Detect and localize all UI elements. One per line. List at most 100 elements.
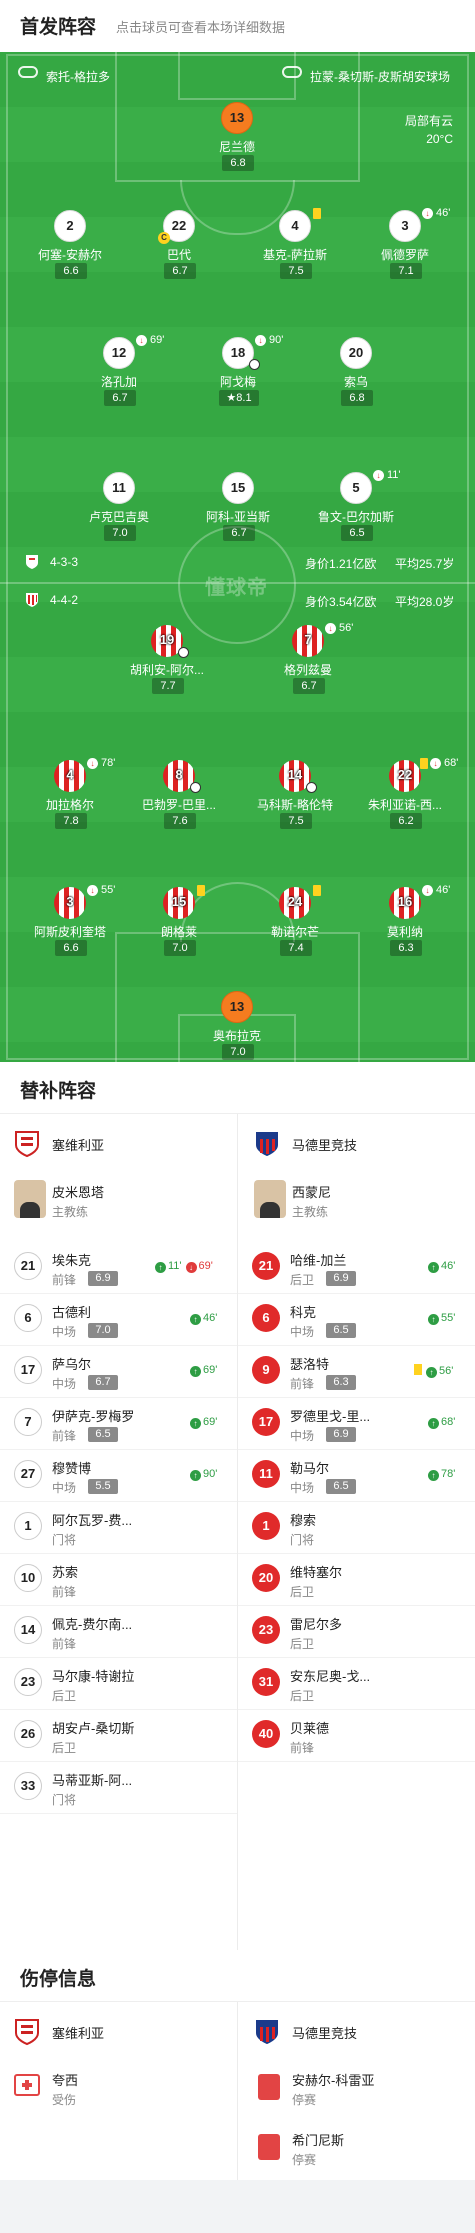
player-name: 朗格莱 [160, 925, 197, 939]
sub-number: 6 [14, 1304, 42, 1332]
home-sub-row[interactable]: 17 萨乌尔 中场 6.7 ↑ 69' [0, 1346, 237, 1398]
player-away-def[interactable]: 15 朗格莱 7.0 [134, 885, 224, 965]
player-away-def[interactable]: 3 ↓ 55' 阿斯皮利奎塔 6.6 [25, 884, 115, 965]
sub-out-icon: ↓ [87, 885, 98, 896]
home-sub-row[interactable]: 7 伊萨克-罗梅罗 前锋 6.5 ↑ 69' [0, 1398, 237, 1450]
away-sub-row[interactable]: 1 穆索 门将 [238, 1502, 475, 1554]
player-away-fwd[interactable]: 7 ↓ 56' 格列兹曼 6.7 [263, 622, 353, 703]
home-sub-row[interactable]: 27 穆赞博 中场 5.5 ↑ 90' [0, 1450, 237, 1502]
player-away-mid[interactable]: 4 ↓ 78' 加拉格尔 7.8 [25, 757, 115, 838]
player-away-def[interactable]: 24 勒诺尔芒 7.4 [250, 885, 340, 965]
player-home-mid[interactable]: 18 ↓ 90' 阿戈梅 ★8.1 [193, 334, 283, 415]
injury-item[interactable]: 安赫尔-科雷亚 停赛 [240, 2060, 470, 2120]
red-card-icon [258, 2074, 280, 2100]
player-home-mid[interactable]: 20 索乌 6.8 [311, 337, 401, 415]
sub-event: ↑ 78' [428, 1468, 455, 1481]
player-home-def[interactable]: 4 基克-萨拉斯 7.5 [250, 208, 340, 288]
home-sub-row[interactable]: 21 埃朱克 前锋 6.9 ↑ 11' ↓ 69' [0, 1242, 237, 1294]
subs-header: 替补阵容 [0, 1062, 475, 1114]
sub-event: ↑ 69' [190, 1416, 217, 1429]
sevilla-crest-icon [15, 1131, 39, 1158]
sub-out-icon: ↓ [373, 470, 384, 481]
sub-name: 雷尼尔多 [290, 1617, 343, 1632]
away-sub-row[interactable]: 9 瑟洛特 前锋 6.3 ↑ 56' [238, 1346, 475, 1398]
subs-title: 替补阵容 [20, 1081, 97, 1102]
home-sub-row[interactable]: 10 苏索 前锋 [0, 1554, 237, 1606]
sub-position: 门将 [52, 1793, 77, 1807]
injuries-away-header[interactable]: 马德里竞技 [240, 2008, 470, 2052]
player-number: 12 [103, 337, 135, 369]
player-name: 索乌 [343, 375, 368, 389]
home-sub-row[interactable]: 23 马尔康-特谢拉 后卫 [0, 1658, 237, 1710]
player-number: 3 [54, 887, 86, 919]
player-rating: 7.4 [280, 940, 312, 956]
player-rating: 6.8 [341, 390, 373, 406]
away-formation: 4-4-2 [50, 593, 79, 607]
home-sub-row[interactable]: 26 胡安卢-桑切斯 后卫 [0, 1710, 237, 1762]
player-rating: 6.8 [222, 155, 254, 171]
home-sub-row[interactable]: 33 马蒂亚斯-阿... 门将 [0, 1762, 237, 1814]
away-team-header[interactable]: 马德里竞技 [240, 1120, 470, 1164]
player-away-mid[interactable]: 22 ↓ 68' 朱利亚诺-西... 6.2 [360, 757, 458, 838]
player-away-fwd[interactable]: 19 胡利安-阿尔... 7.7 [122, 625, 212, 703]
sub-name: 科克 [290, 1305, 317, 1320]
injury-player-name: 安赫尔-科雷亚 [292, 2073, 375, 2088]
away-avg-age: 平均28.0岁 [395, 595, 455, 609]
away-sub-row[interactable]: 6 科克 中场 6.5 ↑ 55' [238, 1294, 475, 1346]
away-sub-row[interactable]: 20 维特塞尔 后卫 [238, 1554, 475, 1606]
player-home-mid[interactable]: 12 ↓ 69' 洛孔加 6.7 [74, 334, 164, 415]
injury-status: 停赛 [292, 2093, 317, 2107]
injury-item[interactable]: 希门尼斯 停赛 [240, 2120, 470, 2180]
player-number: 15 [222, 472, 254, 504]
away-sub-row[interactable]: 40 贝莱德 前锋 [238, 1710, 475, 1762]
sub-in-icon: ↑ [190, 1418, 201, 1429]
home-sub-row[interactable]: 6 古德利 中场 7.0 ↑ 46' [0, 1294, 237, 1346]
player-home-fwd[interactable]: 11 卢克巴吉奥 7.0 [74, 472, 164, 550]
player-away-gk[interactable]: 13 奥布拉克 7.0 [192, 991, 282, 1062]
away-sub-row[interactable]: 21 哈维-加兰 后卫 6.9 ↑ 46' [238, 1242, 475, 1294]
player-home-fwd[interactable]: 15 阿科-亚当斯 6.7 [193, 472, 283, 550]
sub-position: 后卫 [52, 1741, 77, 1755]
home-team-header[interactable]: 塞维利亚 [0, 1120, 230, 1164]
atletico-crest-icon [26, 593, 38, 607]
player-number: 2 [54, 210, 86, 242]
sub-rating: 6.9 [88, 1271, 118, 1286]
home-sub-row[interactable]: 14 佩克-费尔南... 前锋 [0, 1606, 237, 1658]
player-number: 20 [340, 337, 372, 369]
sub-rating: 6.5 [326, 1479, 356, 1494]
player-name: 何塞-安赫尔 [38, 248, 102, 262]
player-rating: ★8.1 [219, 390, 259, 406]
sub-name: 苏索 [52, 1565, 79, 1580]
sub-number: 23 [252, 1616, 280, 1644]
sub-number: 21 [252, 1252, 280, 1280]
player-rating: 7.0 [164, 940, 196, 956]
injuries-home-header[interactable]: 塞维利亚 [0, 2008, 230, 2052]
injuries-section: 伤停信息 塞维利亚 马德里竞技 夸西 受伤 安赫尔-科雷亚 停赛 希门尼斯 停赛 [0, 1950, 475, 2180]
player-number: 16 [389, 887, 421, 919]
player-number: 13 [221, 991, 253, 1023]
player-away-mid[interactable]: 14 马科斯-略伦特 7.5 [250, 760, 340, 838]
sub-event: ↑ 55' [428, 1312, 455, 1325]
away-coach[interactable]: 西蒙尼 主教练 [240, 1172, 470, 1228]
player-home-def[interactable]: 22 C 巴代 6.7 [134, 210, 224, 288]
home-sub-row[interactable]: 1 阿尔瓦罗-费... 门将 [0, 1502, 237, 1554]
away-sub-row[interactable]: 23 雷尼尔多 后卫 [238, 1606, 475, 1658]
sub-number: 11 [252, 1460, 280, 1488]
player-name: 阿斯皮利奎塔 [33, 925, 106, 939]
injury-player-name: 夸西 [52, 2073, 79, 2088]
player-number: 3 [389, 210, 421, 242]
sub-event: ↑ 11' ↓ 69' [155, 1260, 213, 1273]
away-sub-row[interactable]: 17 罗德里戈-里... 中场 6.9 ↑ 68' [238, 1398, 475, 1450]
home-coach[interactable]: 皮米恩塔 主教练 [0, 1172, 230, 1228]
player-home-fwd[interactable]: 5 ↓ 11' 鲁文-巴尔加斯 6.5 [311, 469, 401, 550]
player-home-gk[interactable]: 13 尼兰德 6.8 [192, 102, 282, 180]
away-sub-row[interactable]: 31 安东尼奥-戈... 后卫 [238, 1658, 475, 1710]
player-name: 鲁文-巴尔加斯 [318, 510, 394, 524]
away-sub-row[interactable]: 11 勒马尔 中场 6.5 ↑ 78' [238, 1450, 475, 1502]
injury-item[interactable]: 夸西 受伤 [0, 2060, 230, 2120]
player-away-def[interactable]: 16 ↓ 46' 莫利纳 6.3 [360, 884, 450, 965]
player-home-def[interactable]: 2 何塞-安赫尔 6.6 [25, 210, 115, 288]
sub-number: 31 [252, 1668, 280, 1696]
player-away-mid[interactable]: 8 巴勃罗-巴里... 7.6 [134, 760, 224, 838]
player-home-def[interactable]: 3 ↓ 46' 佩德罗萨 7.1 [360, 207, 450, 288]
